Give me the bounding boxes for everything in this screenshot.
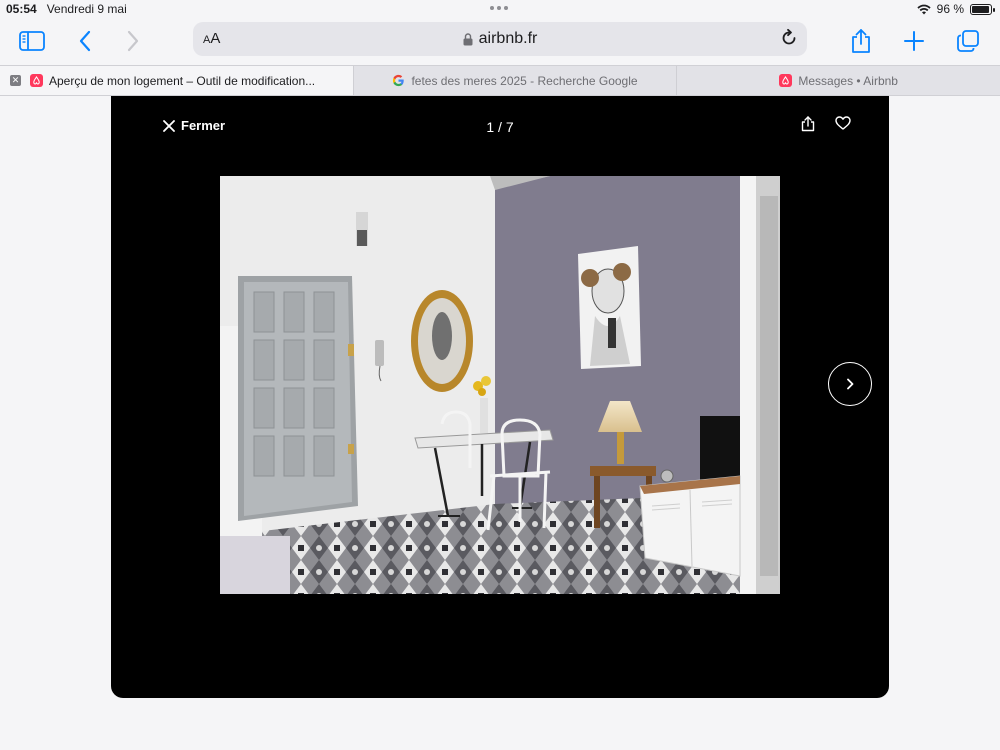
next-photo-button[interactable] <box>828 362 872 406</box>
reload-icon[interactable] <box>779 28 799 53</box>
back-icon[interactable] <box>70 26 100 56</box>
address-bar[interactable]: AA airbnb.fr <box>193 22 807 56</box>
battery-icon <box>970 3 995 15</box>
tab-label: Messages • Airbnb <box>798 73 898 88</box>
close-tab-icon[interactable]: ✕ <box>10 75 21 86</box>
sidebar-icon[interactable] <box>17 26 47 56</box>
photo-gallery-modal: Fermer 1 / 7 <box>111 96 889 698</box>
airbnb-favicon-icon <box>779 74 793 87</box>
tab-messages-airbnb[interactable]: Messages • Airbnb <box>677 66 1000 95</box>
save-favorite-button[interactable] <box>835 116 851 135</box>
reader-options-button[interactable]: AA <box>203 30 220 47</box>
tab-google-search[interactable]: fetes des meres 2025 - Recherche Google <box>354 66 678 95</box>
status-time: 05:54 <box>6 2 37 16</box>
airbnb-favicon-icon <box>30 74 43 87</box>
url-text: airbnb.fr <box>478 30 538 47</box>
tabs-overview-icon[interactable] <box>953 26 983 56</box>
share-photo-button[interactable] <box>801 116 815 137</box>
new-tab-icon[interactable] <box>899 26 929 56</box>
google-favicon-icon <box>392 74 405 87</box>
tab-strip: ✕ Aperçu de mon logement – Outil de modi… <box>0 65 1000 96</box>
tab-apercu-logement[interactable]: ✕ Aperçu de mon logement – Outil de modi… <box>0 66 354 95</box>
heart-icon <box>835 116 851 130</box>
lock-icon <box>463 32 473 45</box>
status-date: Vendredi 9 mai <box>46 2 127 16</box>
chevron-right-icon <box>847 378 854 390</box>
status-bar: 05:54 Vendredi 9 mai 96 % <box>0 0 1000 18</box>
browser-toolbar: AA airbnb.fr <box>0 18 1000 64</box>
share-icon <box>801 116 815 132</box>
multitasking-dots[interactable] <box>490 6 508 10</box>
battery-percent: 96 % <box>936 2 964 16</box>
photo-counter: 1 / 7 <box>486 119 514 135</box>
forward-icon[interactable] <box>118 26 148 56</box>
tab-label: Aperçu de mon logement – Outil de modifi… <box>49 73 316 88</box>
tab-label: fetes des meres 2025 - Recherche Google <box>411 73 638 88</box>
share-icon[interactable] <box>846 26 876 56</box>
status-right: 96 % <box>917 2 995 16</box>
wifi-icon <box>917 4 931 14</box>
listing-photo <box>220 176 780 594</box>
